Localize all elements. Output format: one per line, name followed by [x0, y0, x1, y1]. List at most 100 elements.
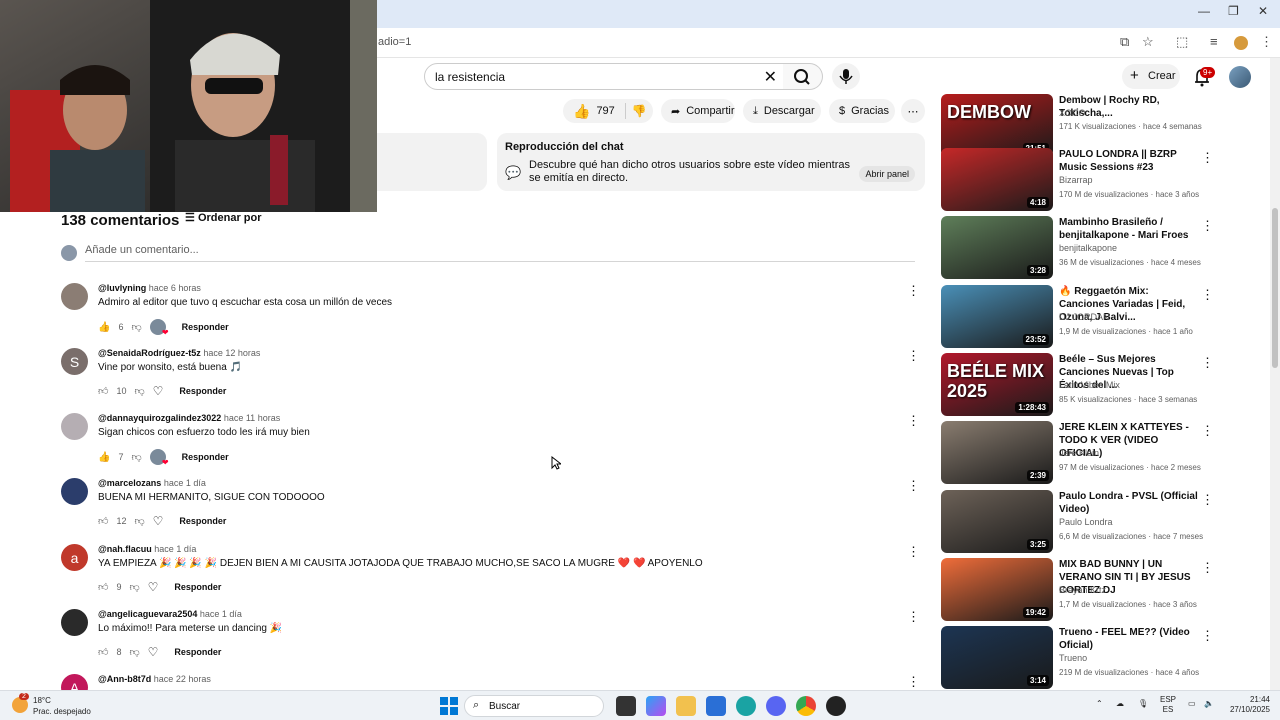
video-more-icon[interactable]: ⋮: [1201, 355, 1214, 371]
network-icon[interactable]: ▭: [1188, 699, 1196, 709]
recommended-video[interactable]: 3:14 Trueno - FEEL ME?? (Video Oficial) Tr…: [941, 626, 1214, 690]
like-filled-icon[interactable]: 👍: [98, 322, 110, 333]
comment-time[interactable]: hace 11 horas: [224, 413, 280, 423]
comment-author[interactable]: @Ann-b8t7d: [98, 674, 151, 684]
video-thumbnail[interactable]: 3:25: [941, 490, 1053, 553]
comment-more-icon[interactable]: ⋮: [907, 544, 920, 560]
comment-avatar[interactable]: [61, 478, 88, 505]
comment-avatar[interactable]: a: [61, 544, 88, 571]
video-more-icon[interactable]: ⋮: [1201, 150, 1214, 166]
video-thumbnail[interactable]: 4:18: [941, 148, 1053, 211]
video-more-icon[interactable]: ⋮: [1201, 423, 1214, 439]
windows-start-icon[interactable]: [440, 697, 458, 715]
channel-name[interactable]: Brayan Krtz: [1059, 585, 1106, 595]
like-icon[interactable]: 👍︎: [98, 515, 108, 527]
account-avatar[interactable]: [1229, 66, 1251, 88]
taskbar-search[interactable]: ⌕ Buscar: [464, 695, 604, 717]
channel-name[interactable]: Latin Vibes Mix: [1059, 380, 1120, 390]
recommended-video[interactable]: 3:25 Paulo Londra - PVSL (Official Video)…: [941, 490, 1214, 554]
volume-icon[interactable]: 🔈: [1204, 699, 1214, 709]
reading-list-icon[interactable]: ≡: [1210, 34, 1218, 49]
channel-name[interactable]: DJ JORDAN: [1059, 312, 1110, 322]
sort-button[interactable]: ☰ Ordenar por: [185, 211, 262, 224]
channel-name[interactable]: benjitalkapone: [1059, 243, 1117, 253]
dislike-icon[interactable]: 👎︎: [134, 385, 144, 397]
dislike-icon[interactable]: 👎︎: [129, 646, 139, 658]
comment-author[interactable]: @SenaidaRodríguez-t5z: [98, 348, 201, 358]
video-more-icon[interactable]: ⋮: [1201, 287, 1214, 303]
video-more-icon[interactable]: ⋮: [1201, 628, 1214, 644]
edge-icon[interactable]: [736, 696, 756, 716]
comment-avatar[interactable]: S: [61, 348, 88, 375]
close-window-button[interactable]: ✕: [1258, 4, 1268, 18]
chrome-icon[interactable]: [796, 696, 816, 716]
video-thumbnail[interactable]: 19:42: [941, 558, 1053, 621]
bookmark-star-icon[interactable]: ☆: [1142, 34, 1154, 50]
comment-author[interactable]: @angelicaguevara2504: [98, 609, 197, 619]
recommended-video[interactable]: 23:52 🔥 Reggaetón Mix: Canciones Variadas…: [941, 285, 1214, 349]
reply-button[interactable]: Responder: [179, 516, 226, 526]
comment-more-icon[interactable]: ⋮: [907, 674, 920, 690]
comment-time[interactable]: hace 12 horas: [203, 348, 260, 358]
search-box[interactable]: la resistencia ✕: [424, 63, 784, 90]
browser-menu-icon[interactable]: ⋮: [1260, 34, 1273, 50]
like-icon[interactable]: 👍︎: [98, 385, 108, 397]
comment-author[interactable]: @marcelozans: [98, 478, 161, 488]
comment-time[interactable]: hace 1 día: [200, 609, 242, 619]
like-count[interactable]: 797: [596, 105, 614, 117]
recommended-video[interactable]: 3:28 Mambinho Brasileño / benjitalkapone …: [941, 216, 1214, 280]
comment-more-icon[interactable]: ⋮: [907, 283, 920, 299]
profile-avatar[interactable]: [1234, 36, 1248, 50]
search-input[interactable]: la resistencia: [435, 70, 505, 84]
like-icon[interactable]: 👍︎: [98, 646, 108, 658]
comment-author[interactable]: @luvlyning: [98, 283, 146, 293]
recommended-video[interactable]: 19:42 MIX BAD BUNNY | UN VERANO SIN TI | …: [941, 558, 1214, 622]
file-explorer-icon[interactable]: [676, 696, 696, 716]
page-scrollbar[interactable]: [1270, 58, 1280, 690]
scrollbar-thumb[interactable]: [1272, 208, 1278, 368]
heart-outline-icon[interactable]: ♡: [148, 645, 159, 659]
channel-name[interactable]: Trueno: [1059, 653, 1087, 663]
reply-button[interactable]: Responder: [174, 647, 221, 657]
voice-search-button[interactable]: [832, 63, 860, 90]
dislike-icon[interactable]: 👎︎: [134, 515, 144, 527]
video-title[interactable]: Trueno - FEEL ME?? (Video Oficial): [1059, 626, 1199, 652]
comment-avatar[interactable]: [61, 283, 88, 310]
open-panel-button[interactable]: Abrir panel: [859, 166, 915, 182]
share-button[interactable]: ➦ Compartir: [661, 99, 735, 123]
reply-button[interactable]: Responder: [182, 322, 229, 332]
maximize-button[interactable]: ❐: [1228, 4, 1239, 18]
video-title[interactable]: Paulo Londra - PVSL (Official Video): [1059, 490, 1199, 516]
reply-button[interactable]: Responder: [179, 386, 226, 396]
channel-name[interactable]: XOCO: [1059, 108, 1086, 118]
dislike-icon[interactable]: 👎︎: [129, 581, 139, 593]
clock[interactable]: 21:44 27/10/2025: [1226, 695, 1270, 715]
channel-name[interactable]: Jere Klein: [1059, 448, 1099, 458]
onedrive-icon[interactable]: ☁: [1116, 699, 1124, 709]
url-text[interactable]: adio=1: [378, 36, 411, 48]
comment-author[interactable]: @nah.flacuu: [98, 544, 152, 554]
video-thumbnail[interactable]: 2:39: [941, 421, 1053, 484]
create-button[interactable]: + Crear: [1122, 64, 1180, 89]
video-thumbnail[interactable]: 3:14: [941, 626, 1053, 689]
extensions-icon[interactable]: ⬚: [1176, 34, 1188, 50]
comment-avatar[interactable]: [61, 413, 88, 440]
like-icon[interactable]: 👍︎: [98, 581, 108, 593]
add-comment-input[interactable]: Añade un comentario...: [85, 244, 915, 262]
search-button[interactable]: [783, 63, 823, 90]
language-indicator[interactable]: ESP ES: [1160, 695, 1176, 715]
video-more-icon[interactable]: ⋮: [1201, 218, 1214, 234]
clear-search-icon[interactable]: ✕: [764, 67, 777, 87]
heart-outline-icon[interactable]: ♡: [148, 580, 159, 594]
download-button[interactable]: ⤓ Descargar: [743, 99, 821, 123]
like-filled-icon[interactable]: 👍: [98, 452, 110, 463]
recommended-video[interactable]: BEÉLE MIX 2025 1:28:43 Beéle – Sus Mejores…: [941, 353, 1214, 417]
recommended-video[interactable]: 2:39 JERE KLEIN X KATTEYES - TODO K VER (…: [941, 421, 1214, 485]
comment-time[interactable]: hace 1 día: [154, 544, 196, 554]
copilot-icon[interactable]: [646, 696, 666, 716]
comment-author[interactable]: @dannayquirozgalindez3022: [98, 413, 221, 423]
comment-time[interactable]: hace 22 horas: [154, 674, 211, 684]
discord-icon[interactable]: [766, 696, 786, 716]
obs-icon[interactable]: [826, 696, 846, 716]
description-box[interactable]: [377, 133, 487, 191]
